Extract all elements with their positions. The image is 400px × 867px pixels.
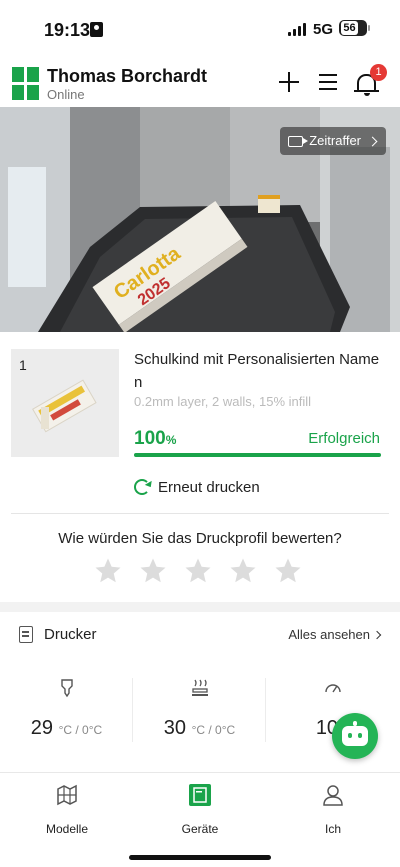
notification-bell-button[interactable]: 1 — [354, 64, 387, 96]
nozzle-icon — [61, 679, 73, 698]
assistant-bot-button[interactable] — [332, 713, 378, 759]
model-thumbnail[interactable]: 1 — [11, 349, 119, 457]
battery-level: 56 — [341, 21, 358, 35]
progress-unit: % — [165, 433, 177, 447]
star-icon[interactable] — [183, 556, 213, 586]
progress-value: 100 — [134, 428, 166, 449]
nav-tab-profile[interactable]: Ich — [283, 783, 383, 836]
refresh-icon — [134, 479, 150, 495]
nozzle-temp-unit: °C / 0°C — [58, 723, 103, 737]
device-logo-icon — [12, 67, 39, 100]
network-type: 5G — [313, 21, 334, 38]
reprint-button[interactable]: Erneut drucken — [134, 476, 260, 498]
see-all-link[interactable]: Alles ansehen — [288, 627, 382, 642]
bed-temperature[interactable]: 30 °C / 0°C — [133, 676, 266, 746]
nav-tab-models[interactable]: Modelle — [17, 783, 117, 836]
devices-icon — [189, 784, 211, 806]
speed-gauge-icon — [325, 684, 341, 693]
divider — [11, 513, 389, 514]
progress-percent: 100% — [134, 428, 176, 450]
progress-bar-fill — [134, 453, 381, 457]
camera-feed[interactable]: Carlotta 2025 Zeitraffer — [0, 107, 400, 332]
job-settings: 0.2mm layer, 2 walls, 15% infill — [134, 394, 312, 409]
star-icon[interactable] — [138, 556, 168, 586]
status-bar: 19:13 5G 56 — [0, 0, 400, 58]
signal-icon — [288, 23, 306, 36]
printer-section-header: Drucker Alles ansehen — [0, 612, 400, 656]
nav-label-profile: Ich — [324, 822, 341, 836]
nav-label-models: Modelle — [45, 822, 89, 836]
bottom-navigation: Modelle Geräte Ich — [0, 772, 400, 867]
plate-number: 1 — [19, 357, 27, 373]
chevron-right-icon — [372, 630, 382, 639]
nav-tab-devices[interactable]: Geräte — [150, 783, 250, 836]
section-title: Drucker — [44, 626, 97, 643]
job-title: Schulkind mit Personalisierten Namen — [134, 351, 380, 391]
status-time: 19:13 — [44, 20, 91, 40]
nozzle-temperature[interactable]: 29 °C / 0°C — [0, 676, 133, 746]
video-camera-icon — [288, 135, 309, 147]
app-header: Thomas Borchardt Online 1 — [0, 58, 400, 108]
nav-label-devices: Geräte — [181, 822, 219, 836]
heatbed-icon — [192, 679, 208, 696]
robot-icon — [342, 726, 368, 746]
timelapse-label: Zeitraffer — [309, 133, 361, 148]
star-icon[interactable] — [93, 556, 123, 586]
see-all-label: Alles ansehen — [288, 627, 370, 642]
user-name[interactable]: Thomas Borchardt — [47, 66, 207, 87]
printer-list-icon — [19, 626, 33, 643]
job-status: Erfolgreich — [308, 430, 380, 447]
rating-question: Wie würden Sie das Druckprofil bewerten? — [58, 530, 342, 547]
nozzle-temp-value: 29 — [30, 717, 54, 739]
star-icon[interactable] — [273, 556, 303, 586]
user-status: Online — [47, 87, 85, 102]
person-icon — [90, 22, 103, 37]
battery-icon: 56 — [339, 20, 370, 36]
bed-temp-value: 30 — [163, 717, 187, 739]
model-preview-image — [32, 379, 97, 433]
models-icon — [57, 784, 77, 806]
profile-icon — [323, 785, 343, 806]
home-indicator — [129, 855, 271, 860]
star-rating — [93, 556, 303, 586]
reprint-label: Erneut drucken — [158, 478, 260, 496]
chevron-right-icon — [367, 136, 378, 146]
progress-bar — [134, 453, 381, 457]
menu-button[interactable] — [316, 68, 342, 96]
print-job-card: 1 Schulkind mit Personalisierten Namen 0… — [0, 332, 400, 602]
add-button[interactable] — [276, 68, 302, 96]
notification-badge: 1 — [370, 64, 387, 81]
timelapse-button[interactable]: Zeitraffer — [280, 127, 386, 155]
star-icon[interactable] — [228, 556, 258, 586]
bed-temp-unit: °C / 0°C — [191, 723, 236, 737]
section-separator — [0, 602, 400, 612]
